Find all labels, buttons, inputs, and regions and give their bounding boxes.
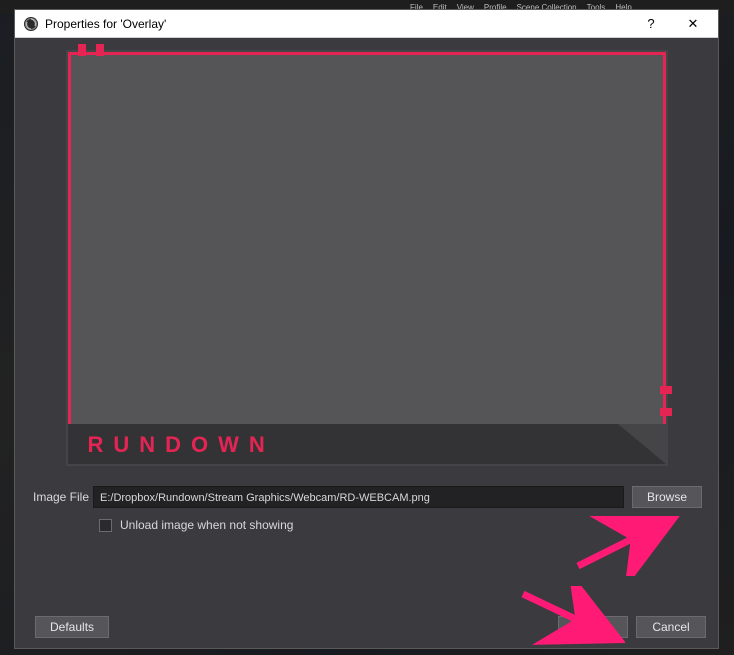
app-icon	[23, 16, 39, 32]
form-area: Image File E:/Dropbox/Rundown/Stream Gra…	[15, 472, 718, 540]
window-title: Properties for 'Overlay'	[45, 17, 630, 31]
properties-dialog: Properties for 'Overlay' ? ✕ RUNDOWN	[14, 9, 719, 649]
image-file-row: Image File E:/Dropbox/Rundown/Stream Gra…	[33, 486, 702, 508]
unload-row: Unload image when not showing	[33, 518, 702, 532]
image-file-input[interactable]: E:/Dropbox/Rundown/Stream Graphics/Webca…	[93, 486, 624, 508]
overlay-footer-slant	[618, 424, 666, 464]
overlay-notch	[660, 408, 672, 416]
image-file-label: Image File	[33, 490, 93, 504]
bottom-bar: Defaults OK Cancel	[15, 608, 718, 648]
defaults-button[interactable]: Defaults	[35, 616, 109, 638]
overlay-notch	[78, 44, 86, 56]
preview-area: RUNDOWN	[15, 38, 718, 472]
titlebar[interactable]: Properties for 'Overlay' ? ✕	[15, 10, 718, 38]
cancel-button[interactable]: Cancel	[636, 616, 706, 638]
overlay-inner	[71, 55, 663, 424]
unload-label: Unload image when not showing	[120, 518, 293, 532]
unload-checkbox[interactable]	[99, 519, 112, 532]
dialog-content: RUNDOWN Image File E:/Dropbox/Rundown/St…	[15, 38, 718, 648]
overlay-notch	[660, 386, 672, 394]
overlay-notch	[96, 44, 104, 56]
overlay-footer: RUNDOWN	[68, 424, 666, 464]
overlay-preview: RUNDOWN	[66, 50, 668, 466]
overlay-border-right	[663, 52, 666, 424]
ok-button[interactable]: OK	[558, 616, 628, 638]
browse-button[interactable]: Browse	[632, 486, 702, 508]
overlay-brand-text: RUNDOWN	[88, 432, 275, 458]
help-button[interactable]: ?	[630, 10, 672, 38]
overlay-frame: RUNDOWN	[68, 52, 666, 464]
spacer	[15, 540, 718, 608]
close-button[interactable]: ✕	[672, 10, 714, 38]
